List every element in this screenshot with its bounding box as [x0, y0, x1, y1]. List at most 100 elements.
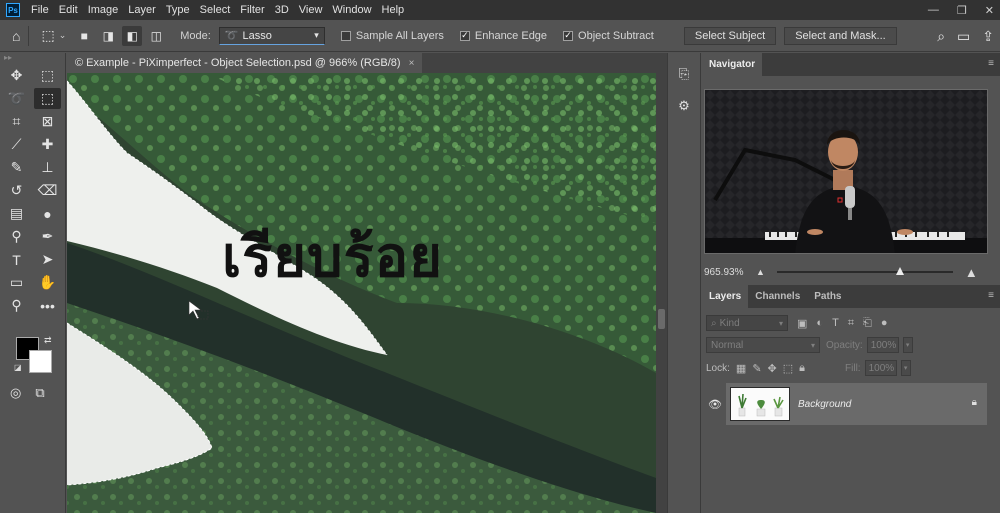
shape-layer-filter-icon[interactable]: ⌗	[848, 317, 854, 330]
select-and-mask-button[interactable]: Select and Mask...	[784, 26, 897, 45]
zoom-slider[interactable]	[776, 267, 953, 275]
more-tools-icon[interactable]: •••	[34, 295, 61, 316]
mode-select[interactable]: ➰ Lasso ▾	[218, 26, 325, 45]
smart-object-filter-icon[interactable]: ⎗	[863, 317, 872, 330]
subtract-from-selection-icon[interactable]: ◧	[122, 25, 143, 46]
menu-type[interactable]: Type	[161, 4, 195, 16]
blend-mode-select[interactable]: Normal ▾	[706, 337, 820, 353]
menu-image[interactable]: Image	[83, 4, 124, 16]
canvas-vertical-scrollbar[interactable]	[656, 73, 667, 513]
tab-paths[interactable]: Paths	[807, 285, 848, 308]
clone-stamp-tool-icon[interactable]: ⊥	[34, 157, 61, 178]
object-selection-tool-preset-icon[interactable]: ⬚	[41, 27, 54, 44]
eye-icon[interactable]: 👁︎	[708, 398, 722, 411]
lock-artboard-icon[interactable]: ⬚	[783, 362, 793, 375]
brush-tool-icon[interactable]: ✎	[3, 157, 30, 178]
menu-help[interactable]: Help	[377, 4, 410, 16]
search-icon: ⌕	[711, 317, 717, 329]
close-icon[interactable]: ✕	[985, 4, 994, 17]
menu-edit[interactable]: Edit	[54, 4, 83, 16]
navigator-preview[interactable]	[704, 89, 988, 254]
options-bar-right: ⌕ ▭ ⇪	[937, 20, 994, 52]
menu-3d[interactable]: 3D	[270, 4, 294, 16]
share-icon[interactable]: ⇪	[982, 28, 994, 45]
sample-all-layers-checkbox[interactable]: Sample All Layers	[340, 30, 444, 42]
eyedropper-tool-icon[interactable]: ⟋	[3, 134, 30, 155]
dodge-tool-icon[interactable]: ⚲	[3, 226, 30, 247]
zoom-in-icon[interactable]: ▲	[965, 265, 978, 280]
properties-panel-icon[interactable]: ⚙	[672, 95, 696, 117]
move-tool-icon[interactable]: ✥	[3, 65, 30, 86]
panel-menu-icon[interactable]: ≡	[988, 290, 994, 301]
layer-row[interactable]: Background 🔒︎	[726, 383, 987, 425]
close-tab-icon[interactable]: ×	[409, 58, 415, 69]
eraser-tool-icon[interactable]: ⌫	[34, 180, 61, 201]
zoom-out-icon[interactable]: ▲	[756, 267, 765, 277]
tab-layers[interactable]: Layers	[702, 285, 749, 308]
opacity-field[interactable]: 100%	[866, 337, 899, 353]
tab-channels[interactable]: Channels	[748, 285, 807, 308]
blur-tool-icon[interactable]: ●	[34, 203, 61, 224]
lasso-tool-icon[interactable]: ➰	[3, 88, 30, 109]
document-tab[interactable]: © Example - PiXimperfect - Object Select…	[67, 53, 423, 73]
type-layer-filter-icon[interactable]: T	[832, 317, 839, 329]
filter-toggle-icon[interactable]: ●	[881, 317, 888, 329]
chevron-down-icon[interactable]: ▾	[900, 360, 911, 376]
intersect-selection-icon[interactable]: ◫	[146, 26, 166, 46]
pixel-layer-filter-icon[interactable]: ▣	[797, 317, 807, 330]
rectangle-tool-icon[interactable]: ▭	[3, 272, 30, 293]
toolbar-grip-icon[interactable]: ▸▸	[0, 53, 65, 65]
pen-tool-icon[interactable]: ✒	[34, 226, 61, 247]
restore-icon[interactable]: ❐	[957, 4, 967, 17]
scrollbar-thumb[interactable]	[658, 309, 665, 329]
zoom-tool-icon[interactable]: ⚲	[3, 295, 30, 316]
zoom-value[interactable]: 965.93%	[704, 267, 754, 278]
search-icon[interactable]: ⌕	[937, 28, 945, 45]
crop-tool-icon[interactable]: ⌗	[3, 111, 30, 132]
home-icon[interactable]: ⌂	[12, 28, 20, 44]
layer-name[interactable]: Background	[798, 399, 851, 410]
screen-mode-icon[interactable]: ⧉	[35, 385, 44, 401]
type-tool-icon[interactable]: T	[3, 249, 30, 270]
menu-window[interactable]: Window	[327, 4, 376, 16]
navigator-panel-header: Navigator ≡	[702, 53, 1000, 76]
history-brush-tool-icon[interactable]: ↺	[3, 180, 30, 201]
background-color-swatch[interactable]	[29, 350, 52, 373]
object-subtract-checkbox[interactable]: ✓ Object Subtract	[563, 30, 654, 42]
lock-image-pixels-icon[interactable]: ✎	[752, 362, 761, 375]
menu-select[interactable]: Select	[195, 4, 236, 16]
swap-colors-icon[interactable]: ⇄	[44, 335, 52, 346]
object-selection-tool-icon[interactable]: ⬚	[34, 88, 61, 109]
default-colors-icon[interactable]: ◪	[14, 363, 22, 372]
workspace-icon[interactable]: ▭	[957, 28, 970, 45]
lock-all-icon[interactable]: 🔒︎	[799, 362, 805, 375]
enhance-edge-checkbox[interactable]: ✓ Enhance Edge	[459, 30, 547, 42]
quick-mask-icon[interactable]: ◎	[10, 385, 21, 401]
lock-icon[interactable]: 🔒︎	[972, 397, 977, 408]
chevron-down-icon[interactable]: ▾	[902, 337, 913, 353]
menu-layer[interactable]: Layer	[123, 4, 161, 16]
lock-position-icon[interactable]: ✥	[768, 362, 777, 375]
select-subject-button[interactable]: Select Subject	[683, 26, 777, 45]
lock-transparent-pixels-icon[interactable]: ▦	[736, 362, 746, 375]
hand-tool-icon[interactable]: ✋	[34, 272, 61, 293]
adjustment-layer-filter-icon[interactable]: ◐	[816, 317, 823, 329]
gradient-tool-icon[interactable]: ▤	[3, 203, 30, 224]
minimize-icon[interactable]: —	[928, 4, 939, 16]
path-selection-tool-icon[interactable]: ➤	[34, 249, 61, 270]
menu-view[interactable]: View	[294, 4, 328, 16]
menu-filter[interactable]: Filter	[235, 4, 269, 16]
new-selection-icon[interactable]: ■	[74, 26, 94, 46]
marquee-tool-icon[interactable]: ⬚	[34, 65, 61, 86]
chevron-down-icon[interactable]: ⌄	[59, 30, 67, 41]
tab-navigator[interactable]: Navigator	[702, 53, 763, 76]
kind-filter-select[interactable]: ⌕ Kind ▾	[706, 315, 788, 331]
add-to-selection-icon[interactable]: ◨	[98, 26, 118, 46]
zoom-slider-knob[interactable]	[896, 267, 905, 275]
history-panel-icon[interactable]: ⎘	[672, 63, 696, 85]
healing-brush-tool-icon[interactable]: ✚	[34, 134, 61, 155]
frame-tool-icon[interactable]: ⊠	[34, 111, 61, 132]
fill-field[interactable]: 100%	[864, 360, 897, 376]
menu-file[interactable]: File	[26, 4, 54, 16]
panel-menu-icon[interactable]: ≡	[988, 58, 994, 69]
